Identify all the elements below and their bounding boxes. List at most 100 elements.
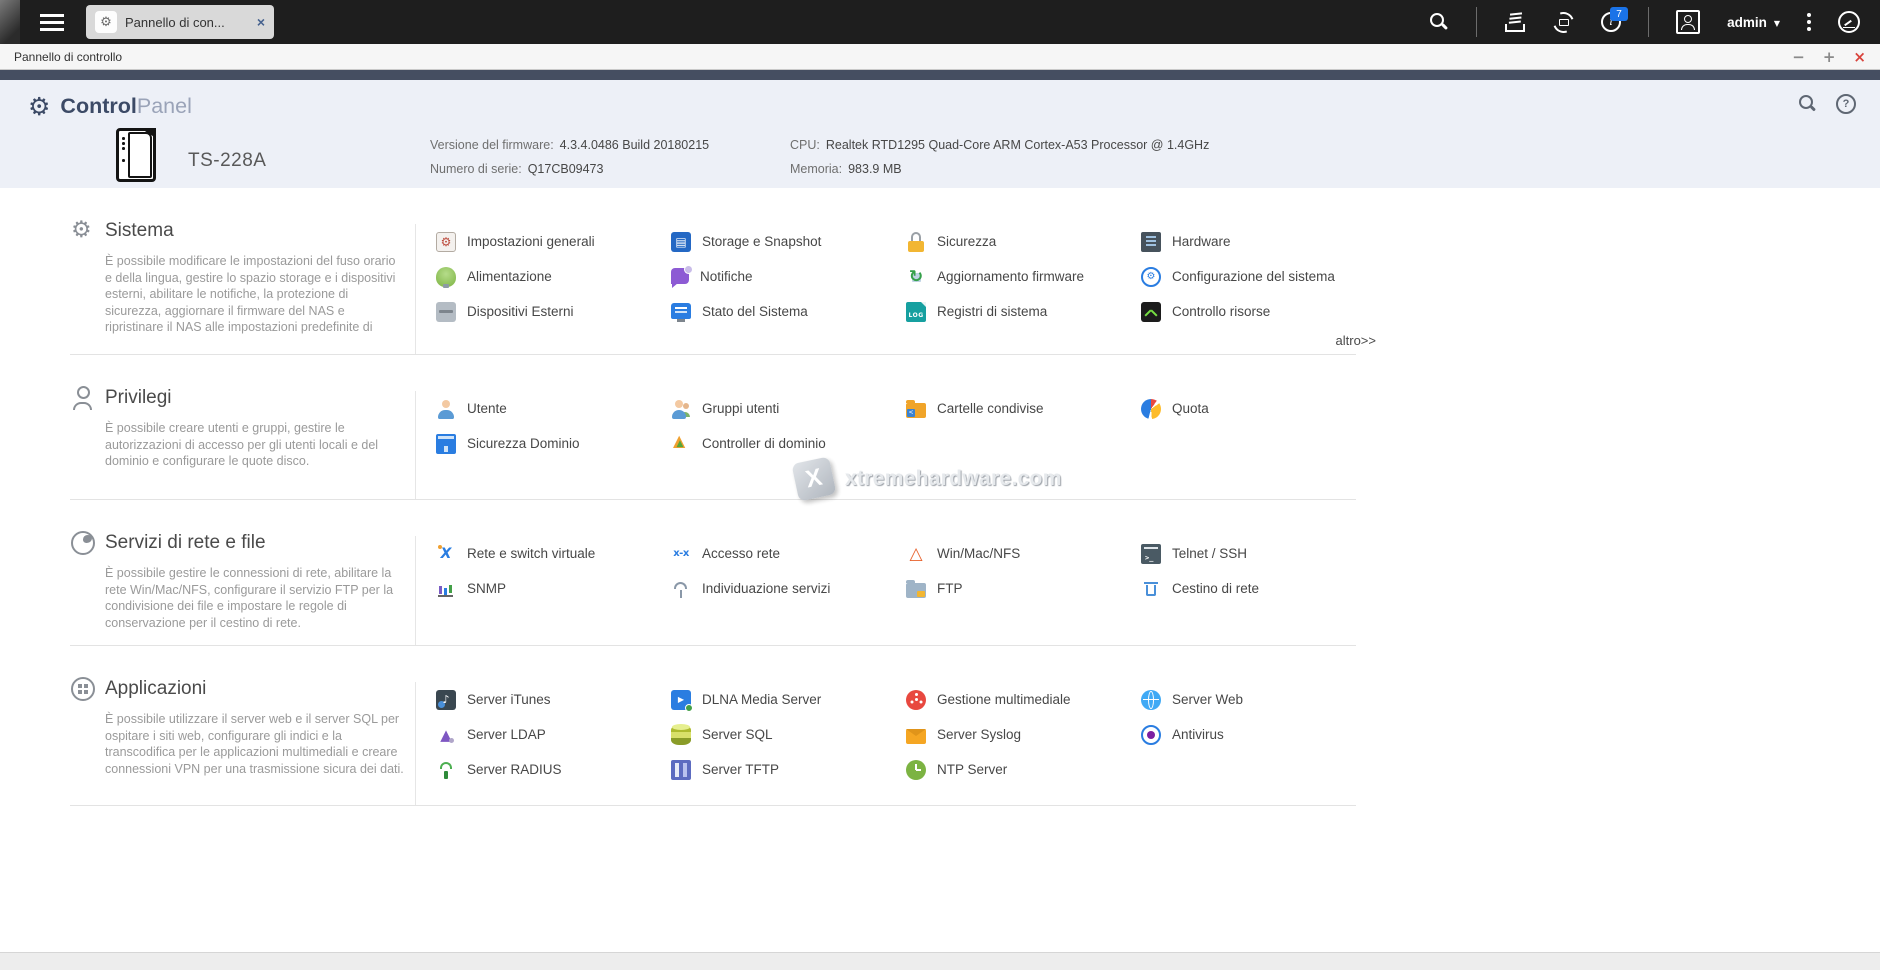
item-ftp[interactable]: FTP xyxy=(906,580,1141,598)
general-settings-icon xyxy=(436,232,456,252)
item-quota[interactable]: Quota xyxy=(1141,399,1376,419)
section-items: Impostazioni generaliStorage e SnapshotS… xyxy=(436,224,1376,329)
cpu-info: CPU:Realtek RTD1295 Quad-Core ARM Cortex… xyxy=(790,138,1209,152)
item-itunes-server[interactable]: Server iTunes xyxy=(436,690,671,710)
item-tftp-server[interactable]: Server TFTP xyxy=(671,760,906,780)
divider xyxy=(1476,7,1477,37)
item-system-config[interactable]: Configurazione del sistema xyxy=(1141,267,1376,287)
more-menu-icon[interactable] xyxy=(1807,13,1811,31)
item-firmware-update[interactable]: Aggiornamento firmware xyxy=(906,267,1141,287)
maximize-button[interactable]: + xyxy=(1823,48,1836,66)
item-label: NTP Server xyxy=(937,762,1007,777)
close-button[interactable]: × xyxy=(1853,48,1866,66)
section-title: Applicazioni xyxy=(105,678,206,700)
item-shared-folders[interactable]: Cartelle condivise xyxy=(906,400,1141,418)
item-multimedia-management[interactable]: Gestione multimediale xyxy=(906,690,1141,710)
gear-icon xyxy=(95,11,117,33)
minimize-button[interactable]: − xyxy=(1792,48,1805,66)
main-menu-icon[interactable] xyxy=(40,14,64,31)
item-label: Individuazione servizi xyxy=(702,581,830,596)
service-discovery-icon xyxy=(671,579,691,599)
item-notifications[interactable]: Notifiche xyxy=(671,269,906,284)
item-domain-controller[interactable]: Controller di dominio xyxy=(671,434,906,454)
item-label: Controllo risorse xyxy=(1172,304,1270,319)
section-description: È possibile modificare le impostazioni d… xyxy=(105,253,405,336)
item-telnet-ssh[interactable]: Telnet / SSH xyxy=(1141,544,1376,564)
section-description: È possibile gestire le connessioni di re… xyxy=(105,565,405,631)
item-label: Server Syslog xyxy=(937,727,1021,742)
item-label: Configurazione del sistema xyxy=(1172,269,1335,284)
item-label: Win/Mac/NFS xyxy=(937,546,1020,561)
item-label: Notifiche xyxy=(700,269,753,284)
item-service-discovery[interactable]: Individuazione servizi xyxy=(671,579,906,599)
section-servizi-rete-file: Servizi di rete e file È possibile gesti… xyxy=(70,500,1356,646)
app-title: ControlPanel xyxy=(28,92,192,121)
more-link[interactable]: altro>> xyxy=(436,333,1376,348)
item-dlna-server[interactable]: DLNA Media Server xyxy=(671,690,906,710)
item-storage-snapshot[interactable]: Storage e Snapshot xyxy=(671,232,906,252)
divider xyxy=(1648,7,1649,37)
dashboard-icon[interactable] xyxy=(1838,11,1860,33)
external-device-sync-icon[interactable] xyxy=(1553,12,1574,33)
serial-number: Numero di serie:Q17CB09473 xyxy=(430,162,603,176)
item-sql-server[interactable]: Server SQL xyxy=(671,725,906,745)
item-general-settings[interactable]: Impostazioni generali xyxy=(436,232,671,252)
user-avatar-icon[interactable] xyxy=(1676,10,1700,34)
background-tasks-icon[interactable] xyxy=(1504,12,1526,32)
firmware-update-icon xyxy=(906,267,926,287)
item-label: Gruppi utenti xyxy=(702,401,779,416)
item-hardware[interactable]: Hardware xyxy=(1141,232,1376,252)
item-ldap-server[interactable]: Server LDAP xyxy=(436,725,671,745)
item-snmp[interactable]: SNMP xyxy=(436,579,671,599)
section-applicazioni: Applicazioni È possibile utilizzare il s… xyxy=(70,646,1356,806)
item-win-mac-nfs[interactable]: Win/Mac/NFS xyxy=(906,544,1141,564)
item-label: FTP xyxy=(937,581,963,596)
win-mac-nfs-icon xyxy=(906,544,926,564)
window-titlebar: Pannello di controllo − + × xyxy=(0,44,1880,70)
item-web-server[interactable]: Server Web xyxy=(1141,690,1376,710)
help-icon[interactable] xyxy=(1836,94,1856,114)
snmp-icon xyxy=(436,579,456,599)
item-virtual-switch[interactable]: Rete e switch virtuale xyxy=(436,544,671,564)
item-external-device[interactable]: Dispositivi Esterni xyxy=(436,302,671,322)
item-radius-server[interactable]: Server RADIUS xyxy=(436,760,671,780)
tab-pannello-di-controllo[interactable]: Pannello di con... × xyxy=(86,5,274,39)
item-antivirus[interactable]: Antivirus xyxy=(1141,725,1376,745)
user-groups-icon xyxy=(671,399,691,419)
section-privilegi: Privilegi È possibile creare utenti e gr… xyxy=(70,355,1356,500)
tab-close-icon[interactable]: × xyxy=(257,14,265,30)
sql-server-icon xyxy=(671,725,691,745)
item-domain-security[interactable]: Sicurezza Dominio xyxy=(436,434,671,454)
item-user-groups[interactable]: Gruppi utenti xyxy=(671,399,906,419)
panel-search-icon[interactable] xyxy=(1798,94,1818,114)
item-label: Utente xyxy=(467,401,507,416)
item-user[interactable]: Utente xyxy=(436,399,671,419)
item-security[interactable]: Sicurezza xyxy=(906,232,1141,252)
network-access-icon xyxy=(671,544,691,564)
itunes-server-icon xyxy=(436,690,456,710)
section-description: È possibile utilizzare il server web e i… xyxy=(105,711,405,777)
item-system-logs[interactable]: Registri di sistema xyxy=(906,302,1141,322)
user-menu[interactable]: admin xyxy=(1727,13,1780,31)
item-ntp-server[interactable]: NTP Server xyxy=(906,760,1141,780)
notifications-icon[interactable]: 7 xyxy=(1601,12,1621,32)
radius-server-icon xyxy=(436,760,456,780)
item-label: Sicurezza Dominio xyxy=(467,436,580,451)
item-system-status[interactable]: Stato del Sistema xyxy=(671,304,906,319)
item-network-access[interactable]: Accesso rete xyxy=(671,544,906,564)
ntp-server-icon xyxy=(906,760,926,780)
item-resource-monitor[interactable]: Controllo risorse xyxy=(1141,302,1376,322)
system-status-icon xyxy=(671,303,691,319)
item-label: Accesso rete xyxy=(702,546,780,561)
item-syslog-server[interactable]: Server Syslog xyxy=(906,726,1141,744)
window-bottom-edge xyxy=(0,952,1880,970)
control-panel-content: Sistema È possibile modificare le impost… xyxy=(0,188,1880,952)
item-label: Impostazioni generali xyxy=(467,234,595,249)
item-label: Server LDAP xyxy=(467,727,546,742)
item-power[interactable]: Alimentazione xyxy=(436,267,671,287)
search-icon[interactable] xyxy=(1429,12,1449,32)
chevron-down-icon xyxy=(1774,13,1780,31)
firmware-version: Versione del firmware:4.3.4.0486 Build 2… xyxy=(430,138,709,152)
memory-info: Memoria:983.9 MB xyxy=(790,162,902,176)
item-network-recycle-bin[interactable]: Cestino di rete xyxy=(1141,579,1376,599)
